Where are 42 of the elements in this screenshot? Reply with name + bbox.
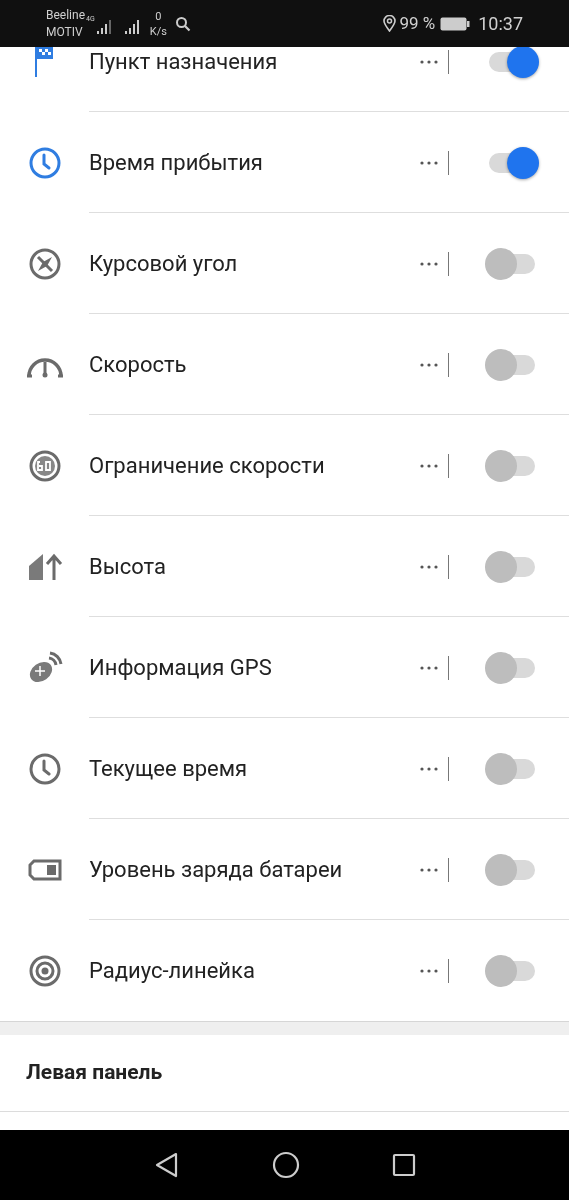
widget-label: Скорость <box>89 351 188 379</box>
more-icon[interactable] <box>419 160 438 165</box>
home-icon[interactable] <box>271 1151 300 1179</box>
more-icon[interactable] <box>419 867 438 872</box>
widget-label: Высота <box>89 553 167 581</box>
more-icon[interactable] <box>419 968 438 973</box>
more-icon[interactable] <box>419 766 438 771</box>
clock-icon <box>27 145 62 180</box>
battery-icon <box>27 858 62 881</box>
battery-percent: 99 % <box>399 11 436 35</box>
more-icon[interactable] <box>419 564 438 569</box>
signal-icon <box>123 18 140 35</box>
data-speed: 0 <box>155 8 162 24</box>
back-icon[interactable] <box>153 1152 180 1178</box>
widget-label: Курсовой угол <box>89 250 239 278</box>
data-speed-unit: K/s <box>149 23 167 39</box>
widget-label: Информация GPS <box>89 654 273 682</box>
battery-icon <box>440 16 471 31</box>
speed-limit-icon <box>27 448 62 483</box>
location-icon <box>383 15 397 32</box>
widget-label: Уровень заряда батареи <box>89 856 344 884</box>
recent-apps-icon[interactable] <box>391 1153 416 1177</box>
signal-icon <box>95 18 112 35</box>
widget-label: Текущее время <box>89 755 249 783</box>
widget-label: Ограничение скорости <box>89 452 326 480</box>
search-icon <box>174 15 191 32</box>
section-title: Левая панель <box>26 1059 163 1087</box>
carrier-name: Beeline <box>46 6 86 24</box>
mountain-arrow-icon <box>26 551 63 582</box>
target-icon <box>27 953 62 988</box>
more-icon[interactable] <box>419 362 438 367</box>
compass-icon <box>27 246 62 281</box>
widget-label: Радиус-линейка <box>89 957 256 985</box>
more-icon[interactable] <box>419 59 438 64</box>
widget-label: Время прибытия <box>89 149 264 177</box>
clock-icon <box>27 751 62 786</box>
more-icon[interactable] <box>419 665 438 670</box>
more-icon[interactable] <box>419 261 438 266</box>
carrier-name: MOTIV <box>46 23 84 41</box>
more-icon[interactable] <box>419 463 438 468</box>
clock-time: 10:37 <box>478 12 523 36</box>
widget-label: Пункт назначения <box>89 48 279 76</box>
